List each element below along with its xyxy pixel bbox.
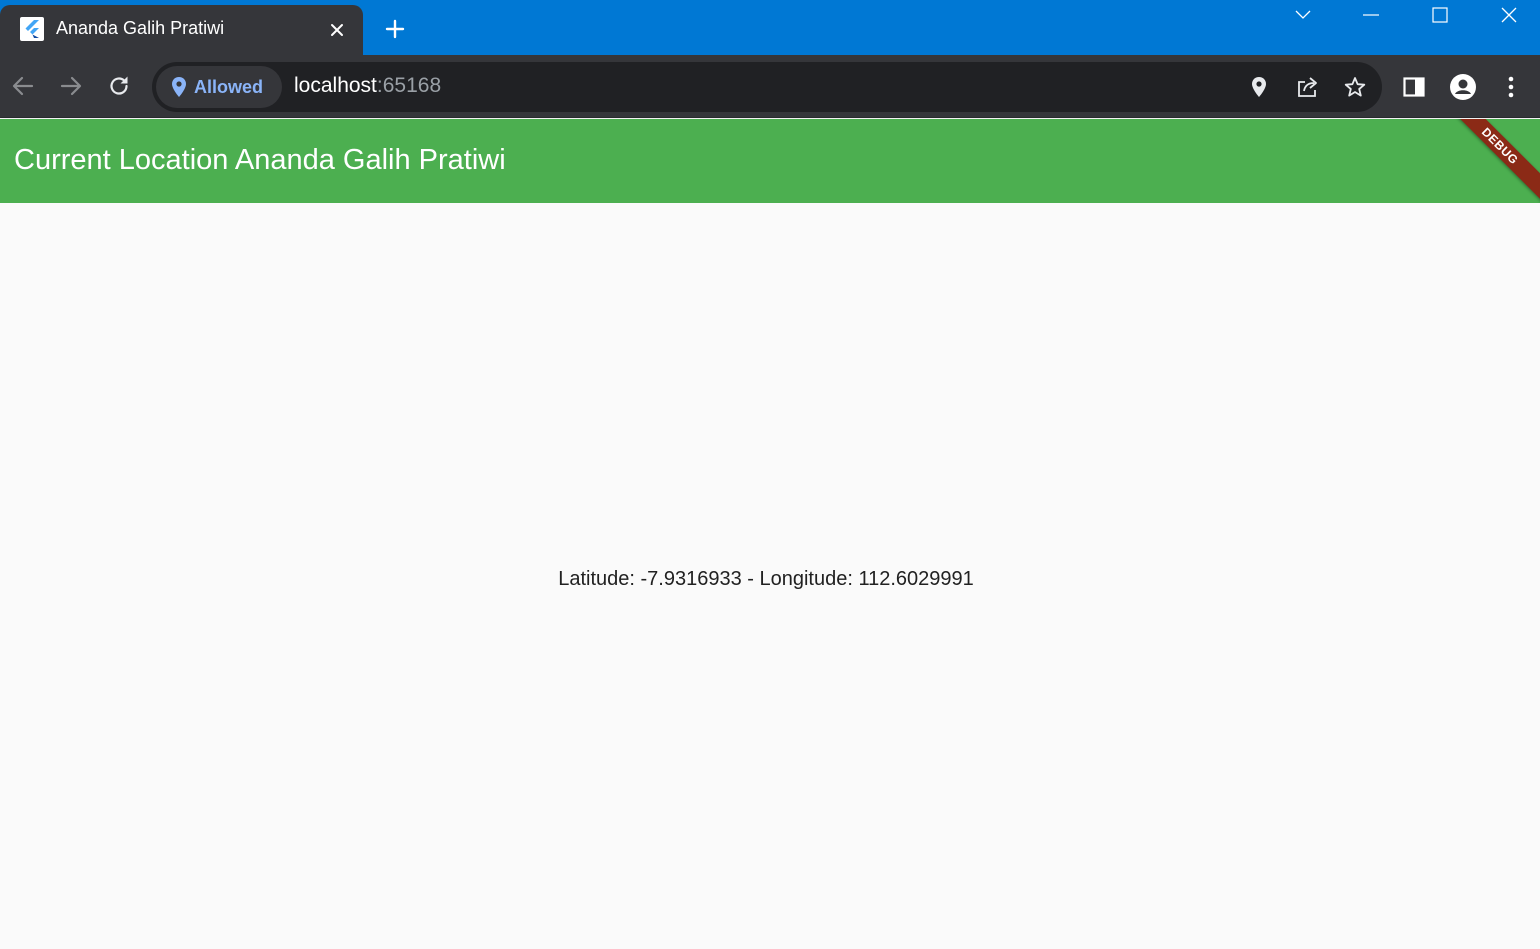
minimize-icon <box>1363 14 1379 16</box>
close-icon <box>1501 7 1517 23</box>
permission-label: Allowed <box>194 76 264 97</box>
forward-arrow-icon <box>60 76 82 96</box>
back-arrow-icon <box>12 76 34 96</box>
location-permission-chip[interactable]: Allowed <box>156 66 282 108</box>
location-pin-icon <box>172 77 186 97</box>
more-menu-button[interactable] <box>1495 71 1527 103</box>
new-tab-button[interactable] <box>381 15 409 43</box>
location-coordinates-text: Latitude: -7.9316933 - Longitude: 112.60… <box>558 568 974 590</box>
share-icon <box>1298 77 1317 97</box>
url-text[interactable]: localhost:65168 <box>294 74 441 98</box>
url-port: :65168 <box>376 74 442 97</box>
reload-button[interactable] <box>102 69 136 103</box>
forward-button[interactable] <box>54 69 88 103</box>
location-pin-icon <box>1252 77 1266 97</box>
plus-icon <box>385 19 405 39</box>
window-close-button[interactable] <box>1475 0 1540 30</box>
url-host: localhost <box>294 74 377 97</box>
reload-icon <box>110 76 128 95</box>
flutter-icon <box>20 17 44 41</box>
share-button[interactable] <box>1294 74 1320 100</box>
bookmark-button[interactable] <box>1342 74 1368 100</box>
tab-close-icon[interactable] <box>326 19 348 41</box>
debug-banner: DEBUG <box>1437 119 1540 203</box>
back-button[interactable] <box>6 69 40 103</box>
tab-title: Ananda Galih Pratiwi <box>56 18 225 38</box>
browser-tab[interactable]: Ananda Galih Pratiwi <box>0 5 363 55</box>
browser-tabstrip: Ananda Galih Pratiwi <box>0 0 1540 55</box>
star-icon <box>1344 77 1366 97</box>
app-bar: Current Location Ananda Galih Pratiwi DE… <box>0 119 1540 203</box>
profile-button[interactable] <box>1447 71 1479 103</box>
side-panel-button[interactable] <box>1398 71 1430 103</box>
maximize-button[interactable] <box>1406 0 1474 30</box>
app-body: Latitude: -7.9316933 - Longitude: 112.60… <box>0 203 1540 949</box>
tab-search-icon <box>1295 10 1311 19</box>
minimize-button[interactable] <box>1337 0 1405 30</box>
more-vert-icon <box>1508 76 1514 98</box>
maximize-icon <box>1432 7 1448 23</box>
page-title: Current Location Ananda Galih Pratiwi <box>14 144 506 176</box>
profile-icon <box>1450 74 1476 100</box>
tab-search-button[interactable] <box>1269 0 1337 30</box>
side-panel-icon <box>1403 77 1425 97</box>
location-indicator-button[interactable] <box>1246 74 1272 100</box>
browser-toolbar: Allowed localhost:65168 <box>0 55 1540 118</box>
address-bar[interactable]: Allowed localhost:65168 <box>152 62 1382 112</box>
